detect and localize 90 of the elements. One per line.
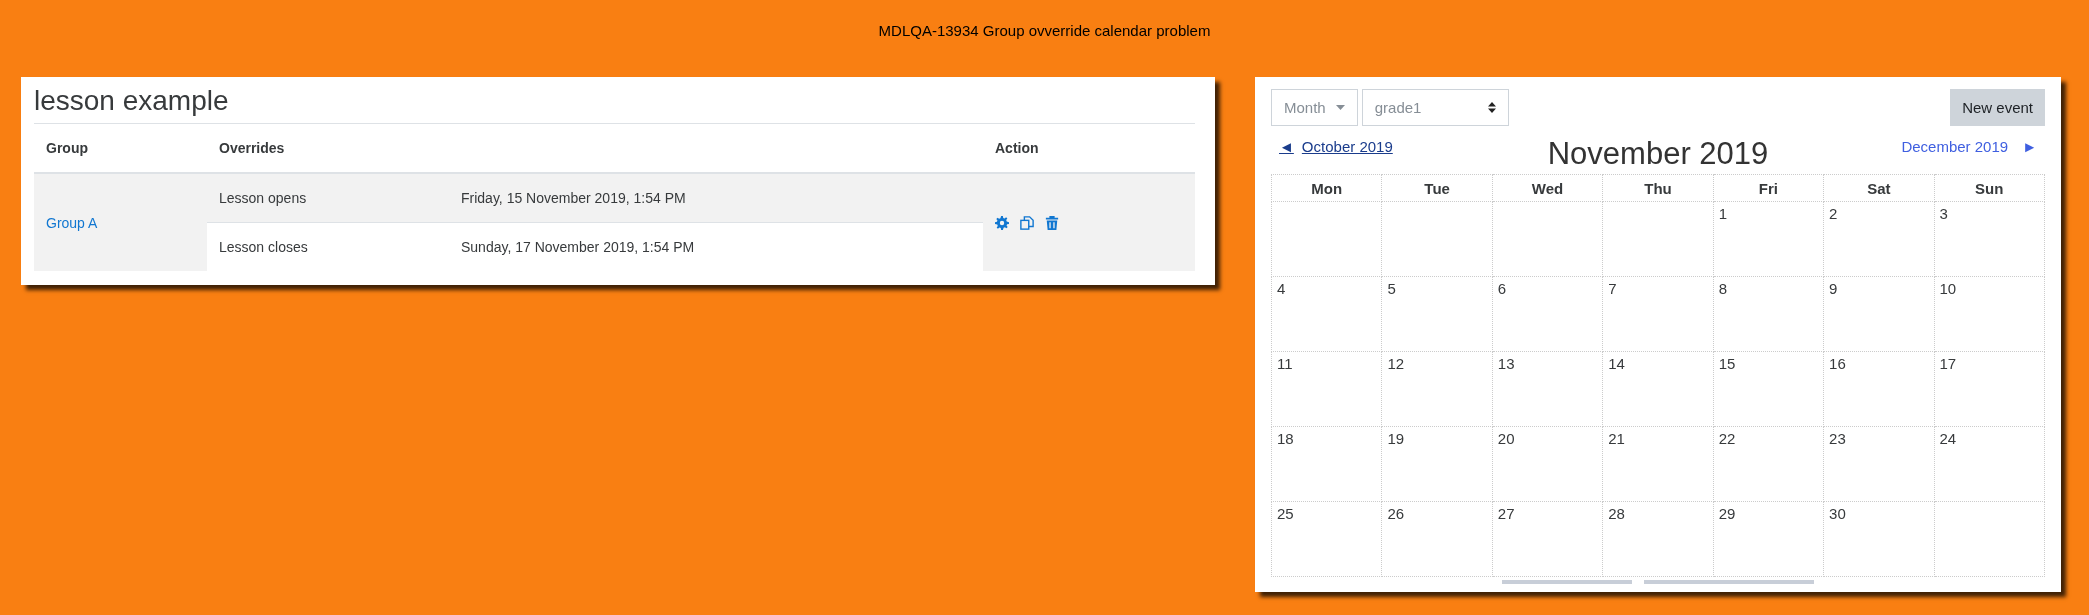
day-cell[interactable]: 10 bbox=[1934, 276, 2045, 352]
day-number: 16 bbox=[1829, 355, 1846, 372]
day-cell[interactable]: 27 bbox=[1492, 501, 1603, 577]
day-cell[interactable]: 24 bbox=[1934, 426, 2045, 502]
day-number: 21 bbox=[1608, 430, 1625, 447]
column-header: Group bbox=[46, 140, 88, 156]
new-event-button[interactable]: New event bbox=[1950, 89, 2045, 126]
day-number: 30 bbox=[1829, 505, 1846, 522]
day-number: 24 bbox=[1939, 430, 1957, 447]
up-down-arrows-icon[interactable] bbox=[1487, 102, 1496, 113]
next-month-link[interactable]: December 2019 bbox=[1901, 138, 2009, 155]
day-cell[interactable]: 2 bbox=[1823, 201, 1935, 277]
day-number: 1 bbox=[1718, 205, 1728, 222]
day-cell[interactable]: 3 bbox=[1934, 201, 2045, 277]
day-number: 28 bbox=[1608, 505, 1625, 522]
day-cell[interactable]: 30 bbox=[1823, 501, 1935, 577]
day-number: 17 bbox=[1939, 355, 1957, 372]
weekday-header: Fri bbox=[1758, 179, 1778, 197]
day-cell[interactable]: 20 bbox=[1492, 426, 1603, 502]
weekday-header: Sat bbox=[1867, 179, 1891, 197]
column-header: Action bbox=[995, 140, 1039, 156]
weekday-header: Sun bbox=[1975, 179, 2004, 197]
day-cell[interactable]: 21 bbox=[1602, 426, 1714, 502]
day-cell[interactable]: 9 bbox=[1823, 276, 1935, 352]
weekday-header: Tue bbox=[1424, 179, 1450, 197]
day-number: 14 bbox=[1608, 355, 1625, 372]
day-cell[interactable]: 13 bbox=[1492, 351, 1603, 427]
month-title: November 2019 bbox=[1547, 136, 1769, 172]
scrollbar[interactable] bbox=[1502, 580, 1632, 584]
day-cell[interactable]: 15 bbox=[1713, 351, 1824, 427]
column-header: Overrides bbox=[219, 140, 285, 156]
next-arrow[interactable]: ► bbox=[2022, 138, 2037, 155]
day-number: 19 bbox=[1387, 430, 1405, 447]
day-cell[interactable]: 23 bbox=[1823, 426, 1935, 502]
caret-icon[interactable] bbox=[1335, 105, 1345, 110]
day-number: 7 bbox=[1608, 280, 1617, 297]
settings-icon[interactable] bbox=[995, 215, 1009, 230]
day-cell[interactable]: 11 bbox=[1271, 351, 1382, 427]
day-number: 15 bbox=[1718, 355, 1736, 372]
day-cell[interactable]: 8 bbox=[1713, 276, 1824, 352]
day-number: 3 bbox=[1939, 205, 1948, 222]
trash-icon[interactable] bbox=[1045, 215, 1059, 230]
copy-icon[interactable] bbox=[1020, 215, 1034, 230]
day-number: 13 bbox=[1497, 355, 1515, 372]
day-cell[interactable]: 19 bbox=[1381, 426, 1493, 502]
day-number: 27 bbox=[1497, 505, 1515, 522]
day-cell[interactable]: 22 bbox=[1713, 426, 1824, 502]
day-cell[interactable]: 12 bbox=[1381, 351, 1493, 427]
day-cell[interactable]: 18 bbox=[1271, 426, 1382, 502]
prev-arrow[interactable]: ◄ bbox=[1279, 138, 1294, 155]
day-number: 4 bbox=[1277, 280, 1286, 297]
day-cell[interactable]: 4 bbox=[1271, 276, 1382, 352]
day-cell[interactable]: 26 bbox=[1381, 501, 1493, 577]
day-cell[interactable]: 16 bbox=[1823, 351, 1935, 427]
day-number: 12 bbox=[1387, 355, 1405, 372]
weekday-header: Wed bbox=[1531, 179, 1564, 197]
day-cell[interactable]: 25 bbox=[1271, 501, 1382, 577]
day-number: 5 bbox=[1387, 280, 1396, 297]
card-title: lesson example bbox=[34, 85, 230, 118]
prev-month-link[interactable]: October 2019 bbox=[1301, 138, 1393, 155]
day-number: 25 bbox=[1277, 505, 1294, 522]
weekday-header: Thu bbox=[1644, 179, 1672, 197]
group-link[interactable]: Group A bbox=[46, 214, 98, 231]
day-number: 23 bbox=[1829, 430, 1846, 447]
day-number: 6 bbox=[1497, 280, 1507, 297]
day-number: 22 bbox=[1718, 430, 1736, 447]
day-number: 20 bbox=[1497, 430, 1515, 447]
weekday-header: Mon bbox=[1311, 179, 1343, 197]
day-cell[interactable]: 14 bbox=[1602, 351, 1714, 427]
day-number: 18 bbox=[1277, 430, 1294, 447]
override-date: Friday, 15 November 2019, 1:54 PM bbox=[461, 190, 686, 206]
day-number: 10 bbox=[1939, 280, 1957, 297]
override-date: Sunday, 17 November 2019, 1:54 PM bbox=[461, 239, 695, 255]
day-cell[interactable]: 6 bbox=[1492, 276, 1603, 352]
page-title: MDLQA-13934 Group ovverride calendar problem bbox=[877, 21, 1212, 41]
day-number: 11 bbox=[1277, 355, 1293, 372]
day-number: 8 bbox=[1718, 280, 1728, 297]
day-cell[interactable]: 5 bbox=[1381, 276, 1493, 352]
day-cell[interactable]: 29 bbox=[1713, 501, 1824, 577]
day-number: 2 bbox=[1829, 205, 1838, 222]
day-number: 26 bbox=[1387, 505, 1405, 522]
day-cell[interactable]: 28 bbox=[1602, 501, 1714, 577]
override-label: Lesson opens bbox=[219, 190, 307, 206]
day-cell[interactable]: 17 bbox=[1934, 351, 2045, 427]
day-cell[interactable]: 7 bbox=[1602, 276, 1714, 352]
day-number: 29 bbox=[1718, 505, 1736, 522]
scrollbar[interactable] bbox=[1644, 580, 1814, 584]
override-label: Lesson closes bbox=[219, 239, 308, 255]
day-cell[interactable]: 1 bbox=[1713, 201, 1824, 277]
day-number: 9 bbox=[1829, 280, 1838, 297]
